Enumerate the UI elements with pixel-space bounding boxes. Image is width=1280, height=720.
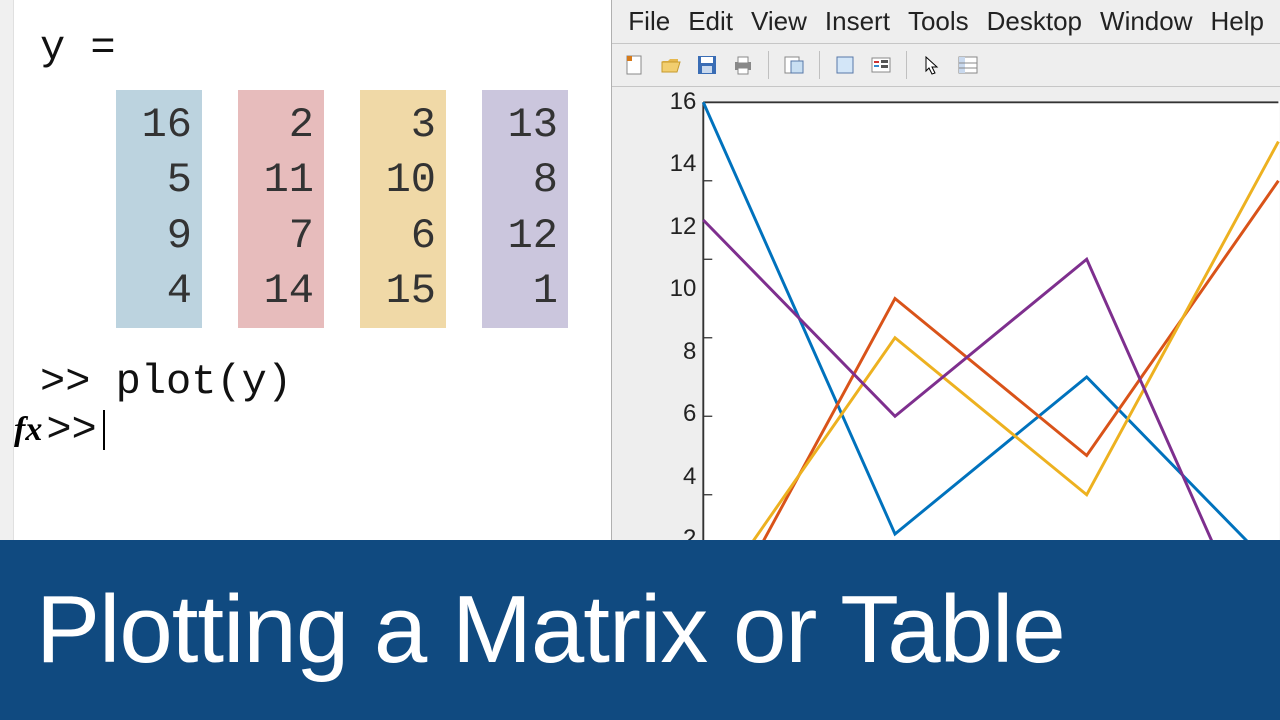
axes-area: 161412108642 [612,87,1280,540]
ytick-label: 10 [670,275,697,303]
command-window: y = 16 5 9 4 2 11 7 14 3 10 6 [0,0,611,540]
ytick-label: 4 [683,463,696,491]
ytick-label: 8 [683,338,696,366]
new-icon[interactable] [620,50,650,80]
figure-menubar: File Edit View Insert Tools Desktop Wind… [612,0,1280,44]
figure-window: File Edit View Insert Tools Desktop Wind… [611,0,1280,540]
ytick-label: 16 [670,88,697,116]
print-icon[interactable] [728,50,758,80]
open-icon[interactable] [656,50,686,80]
prompt-line-2[interactable]: >> [46,406,96,454]
matrix-col-4: 13 8 12 1 [482,90,568,328]
pointer-icon[interactable] [917,50,947,80]
legend-icon[interactable] [866,50,896,80]
title-banner: Plotting a Matrix or Table [0,540,1280,720]
ytick-label: 12 [670,213,697,241]
menu-insert[interactable]: Insert [817,4,898,39]
menu-desktop[interactable]: Desktop [979,4,1090,39]
menu-edit[interactable]: Edit [680,4,741,39]
save-icon[interactable] [692,50,722,80]
data-cursor-icon[interactable] [830,50,860,80]
figure-toolbar [612,44,1280,87]
banner-title: Plotting a Matrix or Table [36,575,1065,685]
matrix-col-3: 3 10 6 15 [360,90,446,328]
y-axis-ticks: 161412108642 [656,101,696,540]
matrix-col-2: 2 11 7 14 [238,90,324,328]
text-cursor [103,410,105,450]
page-setup-icon[interactable] [779,50,809,80]
menu-help[interactable]: Help [1203,4,1272,39]
menu-view[interactable]: View [743,4,815,39]
menu-window[interactable]: Window [1092,4,1200,39]
matrix-col-1: 16 5 9 4 [116,90,202,328]
matrix-display: 16 5 9 4 2 11 7 14 3 10 6 15 [116,90,581,328]
ytick-label: 14 [670,150,697,178]
command-window-gutter [0,0,14,540]
variable-label: y = [40,24,581,72]
fx-icon[interactable]: fx [14,411,42,449]
properties-icon[interactable] [953,50,983,80]
ytick-label: 6 [683,400,696,428]
menu-file[interactable]: File [620,4,678,39]
prompt-line-1: >> plot(y) [40,358,292,406]
menu-tools[interactable]: Tools [900,4,977,39]
